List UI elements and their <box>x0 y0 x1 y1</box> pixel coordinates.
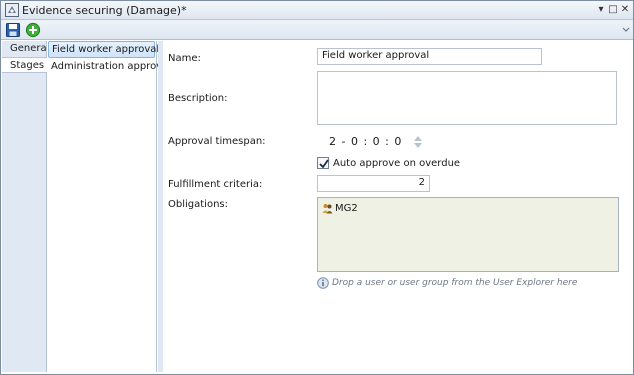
auto-approve-checkbox[interactable] <box>317 157 329 169</box>
stage-label: Administration approval <box>51 61 172 72</box>
window-title: Evidence securing (Damage)* <box>22 4 187 17</box>
tab-stages-label: Stages <box>10 60 45 71</box>
info-icon <box>317 277 329 289</box>
toolbar-overflow-icon[interactable] <box>622 25 630 35</box>
name-field[interactable]: Field worker approval <box>317 48 542 65</box>
list-item[interactable]: Field worker approval <box>48 41 159 58</box>
add-icon[interactable] <box>25 22 41 38</box>
stage-detail-form: Name: Field worker approval Bescription:… <box>163 41 633 372</box>
sidebar: General Stages <box>2 41 50 372</box>
title-bar[interactable]: Evidence securing (Damage)* ▾ □ ✕ <box>1 1 633 20</box>
timespan-label: Approval timespan: <box>168 136 266 147</box>
obligations-label: Obligations: <box>168 199 228 210</box>
auto-approve-label[interactable]: Auto approve on overdue <box>333 158 460 169</box>
maximize-icon[interactable]: □ <box>607 3 619 17</box>
list-item[interactable]: Administration approval <box>48 58 171 75</box>
stage-list: Field worker approval Administration app… <box>47 41 171 372</box>
fulfillment-label: Fulfillment criteria: <box>168 179 263 190</box>
timespan-value[interactable]: 2 - 0 : 0 : 0 <box>329 135 402 148</box>
close-icon[interactable]: ✕ <box>619 3 631 17</box>
fulfillment-value: 2 <box>418 177 425 188</box>
app-icon <box>5 3 19 17</box>
obligation-label: MG2 <box>335 203 358 214</box>
description-label: Bescription: <box>168 93 228 104</box>
timespan-spinner[interactable] <box>413 134 423 150</box>
checkmark-icon <box>319 159 329 169</box>
tab-general[interactable]: General <box>2 41 50 57</box>
user-group-icon <box>322 203 333 214</box>
name-value: Field worker approval <box>322 50 430 61</box>
tab-stages[interactable]: Stages <box>2 57 48 73</box>
toolbar <box>1 20 633 40</box>
stage-label: Field worker approval <box>52 44 160 55</box>
drop-hint-text: Drop a user or user group from the User … <box>332 278 578 288</box>
description-field[interactable] <box>317 71 617 125</box>
app-window: Evidence securing (Damage)* ▾ □ ✕ Genera… <box>0 0 634 375</box>
name-label: Name: <box>168 53 201 64</box>
tab-general-label: General <box>10 43 50 54</box>
save-icon[interactable] <box>5 22 21 38</box>
pin-dropdown-icon[interactable]: ▾ <box>595 3 607 17</box>
obligations-drop-area[interactable]: MG2 <box>317 197 619 272</box>
fulfillment-field[interactable]: 2 <box>317 175 430 192</box>
